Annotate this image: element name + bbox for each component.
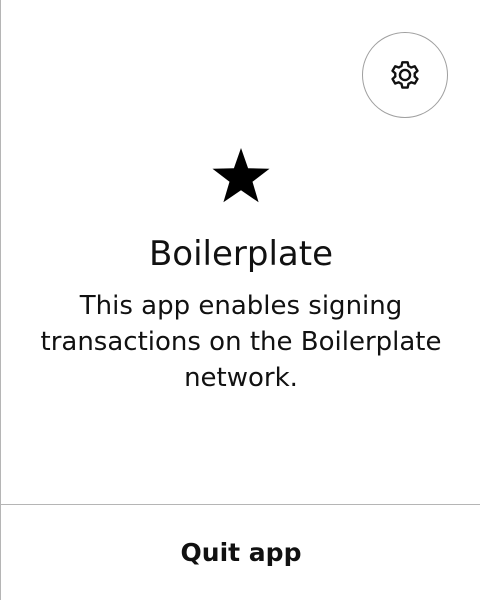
settings-button[interactable]: [362, 32, 448, 118]
device-screen: Boilerplate This app enables signing tra…: [0, 0, 480, 600]
quit-app-button[interactable]: Quit app: [1, 505, 480, 600]
app-logo: [211, 148, 271, 208]
gear-icon: [391, 61, 419, 89]
star-icon: [212, 148, 270, 203]
app-name: Boilerplate: [148, 234, 334, 274]
app-description: This app enables signing transactions on…: [40, 291, 442, 393]
